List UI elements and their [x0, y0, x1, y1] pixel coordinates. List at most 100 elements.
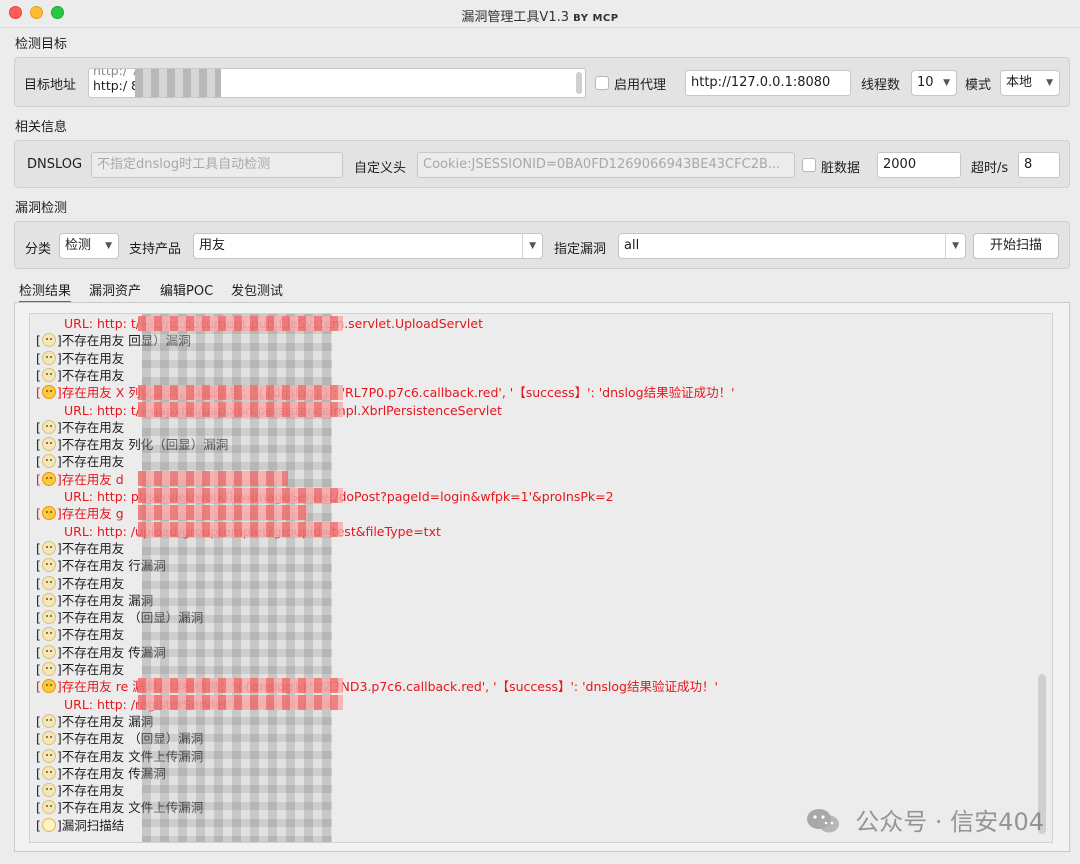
- threads-label: 线程数: [861, 78, 901, 93]
- log-line-text: ]存在用友 g: [56, 506, 124, 522]
- smile-emoji-icon: [41, 385, 56, 400]
- log-bracket: [: [36, 454, 41, 470]
- product-select[interactable]: 用友 ▼: [193, 233, 543, 259]
- enable-proxy-checkbox[interactable]: [595, 76, 609, 90]
- redaction-mask-red: [138, 678, 343, 693]
- log-line-text: ]漏洞扫描结: [56, 817, 125, 833]
- dirty-data-label: 脏数据: [821, 161, 861, 176]
- tab-edit-poc[interactable]: 编辑POC: [160, 280, 213, 299]
- custom-header-input[interactable]: Cookie:JSESSIONID=0BA0FD1269066943BE43CF…: [417, 152, 795, 178]
- watermark: 公众号 · 信安404: [806, 802, 1044, 837]
- log-line-ok: []不存在用友 漏洞: [36, 592, 153, 609]
- results-log[interactable]: URL: http: t/~ic/nc.document.pub.fileSys…: [29, 313, 1053, 843]
- mode-select[interactable]: 本地 ▼: [1000, 70, 1060, 96]
- log-bracket: [: [36, 592, 41, 608]
- log-line-text: ]不存在用友: [56, 662, 125, 677]
- log-bracket: [: [36, 333, 41, 349]
- redaction-mask-red: [138, 471, 288, 486]
- log-line-ok: []不存在用友: [36, 661, 124, 678]
- enable-proxy-label: 启用代理: [614, 78, 667, 93]
- neutral-face-icon: [41, 437, 56, 452]
- target-section-label: 检测目标: [15, 37, 68, 52]
- log-line-text: ]不存在用友: [56, 350, 125, 366]
- neutral-face-icon: [41, 783, 56, 798]
- log-bracket: [: [36, 350, 41, 366]
- info-section-label: 相关信息: [15, 120, 68, 135]
- specify-vuln-value: all: [624, 238, 640, 253]
- neutral-face-icon: [41, 610, 56, 625]
- specify-vuln-select[interactable]: all ▼: [618, 233, 966, 259]
- redaction-mask-red: [138, 505, 308, 520]
- dnslog-label: DNSLOG: [27, 157, 83, 172]
- specify-vuln-label: 指定漏洞: [554, 242, 607, 257]
- redaction-mask-red: [138, 402, 343, 417]
- threads-select[interactable]: 10 ▼: [911, 70, 957, 96]
- log-line-text: ]不存在用友: [56, 627, 125, 643]
- log-line-text: ]不存在用友: [56, 419, 125, 435]
- log-bracket: [: [36, 679, 41, 695]
- dirty-data-input[interactable]: 2000: [877, 152, 961, 178]
- log-bracket: [: [36, 575, 41, 591]
- redaction-mask-red: [138, 385, 343, 400]
- redaction-mask-red: [138, 522, 343, 537]
- custom-header-label: 自定义头: [354, 161, 407, 176]
- log-bracket: [: [36, 644, 41, 660]
- chevron-down-icon: ▼: [105, 241, 112, 251]
- log-bracket: [: [36, 385, 41, 401]
- target-address-label: 目标地址: [24, 78, 77, 93]
- watermark-text: 公众号 · 信安404: [855, 808, 1044, 836]
- neutral-face-icon: [41, 644, 56, 659]
- product-value: 用友: [199, 238, 226, 253]
- log-line-text: ]不存在用友: [56, 367, 125, 383]
- target-address-textarea[interactable]: http:/ 7:9081 http:/ 8090: [88, 68, 586, 98]
- mode-label: 模式: [965, 78, 992, 93]
- log-line-ok: [ ]不存在用友: [36, 350, 124, 367]
- dnslog-input[interactable]: 不指定dnslog时工具自动检测: [91, 152, 343, 178]
- threads-value: 10: [917, 75, 934, 90]
- neutral-face-icon: [41, 454, 56, 469]
- log-line-ok: [ ]不存在用友: [36, 453, 124, 470]
- window-title-by: BY MCP: [573, 13, 619, 24]
- dirty-data-checkbox[interactable]: [802, 158, 816, 172]
- log-line-text: ]不存在用友: [56, 575, 125, 591]
- neutral-face-icon: [41, 592, 56, 607]
- timeout-label: 超时/s: [971, 161, 1009, 176]
- redaction-mask-red: [138, 695, 343, 710]
- neutral-face-icon: [41, 333, 56, 348]
- target-address-redaction: [135, 69, 221, 97]
- log-line-text: ]不存在用友: [56, 540, 125, 556]
- log-bracket: [: [36, 713, 41, 729]
- star-emoji-icon: [41, 817, 56, 832]
- tab-scan-results[interactable]: 检测结果: [19, 280, 72, 303]
- log-line-vuln: []存在用友 d: [36, 471, 124, 488]
- neutral-face-icon: [41, 731, 56, 746]
- log-line-text: ]不存在用友: [56, 454, 125, 470]
- log-bracket: [: [36, 731, 41, 747]
- log-bracket: [: [36, 627, 41, 643]
- results-panel: URL: http: t/~ic/nc.document.pub.fileSys…: [14, 302, 1070, 852]
- category-select[interactable]: 检测 ▼: [59, 233, 119, 259]
- log-line-ok: []不存在用友: [36, 419, 124, 436]
- chevron-down-icon: ▼: [943, 78, 950, 88]
- timeout-input[interactable]: 8: [1018, 152, 1060, 178]
- log-line-text: ]不存在用友: [56, 783, 125, 799]
- log-bracket: [: [36, 471, 41, 487]
- neutral-face-icon: [41, 558, 56, 573]
- scan-panel: 分类 检测 ▼ 支持产品 用友 ▼ 指定漏洞 all ▼ 开始扫描: [14, 221, 1070, 269]
- log-bracket: [: [36, 558, 41, 574]
- tab-packet-test[interactable]: 发包测试: [231, 280, 283, 299]
- log-bracket: [: [36, 817, 41, 833]
- start-scan-button[interactable]: 开始扫描: [973, 233, 1059, 259]
- neutral-face-icon: [41, 419, 56, 434]
- smile-emoji-icon: [41, 506, 56, 521]
- title-bar: 漏洞管理工具V1.3 BY MCP: [0, 0, 1080, 28]
- log-bracket: [: [36, 540, 41, 556]
- log-line-ok: [ ]不存在用友: [36, 575, 124, 592]
- target-address-scrollbar[interactable]: [576, 72, 582, 94]
- neutral-face-icon: [41, 575, 56, 590]
- target-panel: 目标地址 http:/ 7:9081 http:/ 8090 启用代理 http…: [14, 57, 1070, 107]
- tab-vuln-assets[interactable]: 漏洞资产: [89, 280, 141, 299]
- proxy-address-input[interactable]: http://127.0.0.1:8080: [685, 70, 851, 96]
- log-bracket: [: [36, 506, 41, 522]
- category-value: 检测: [65, 238, 92, 253]
